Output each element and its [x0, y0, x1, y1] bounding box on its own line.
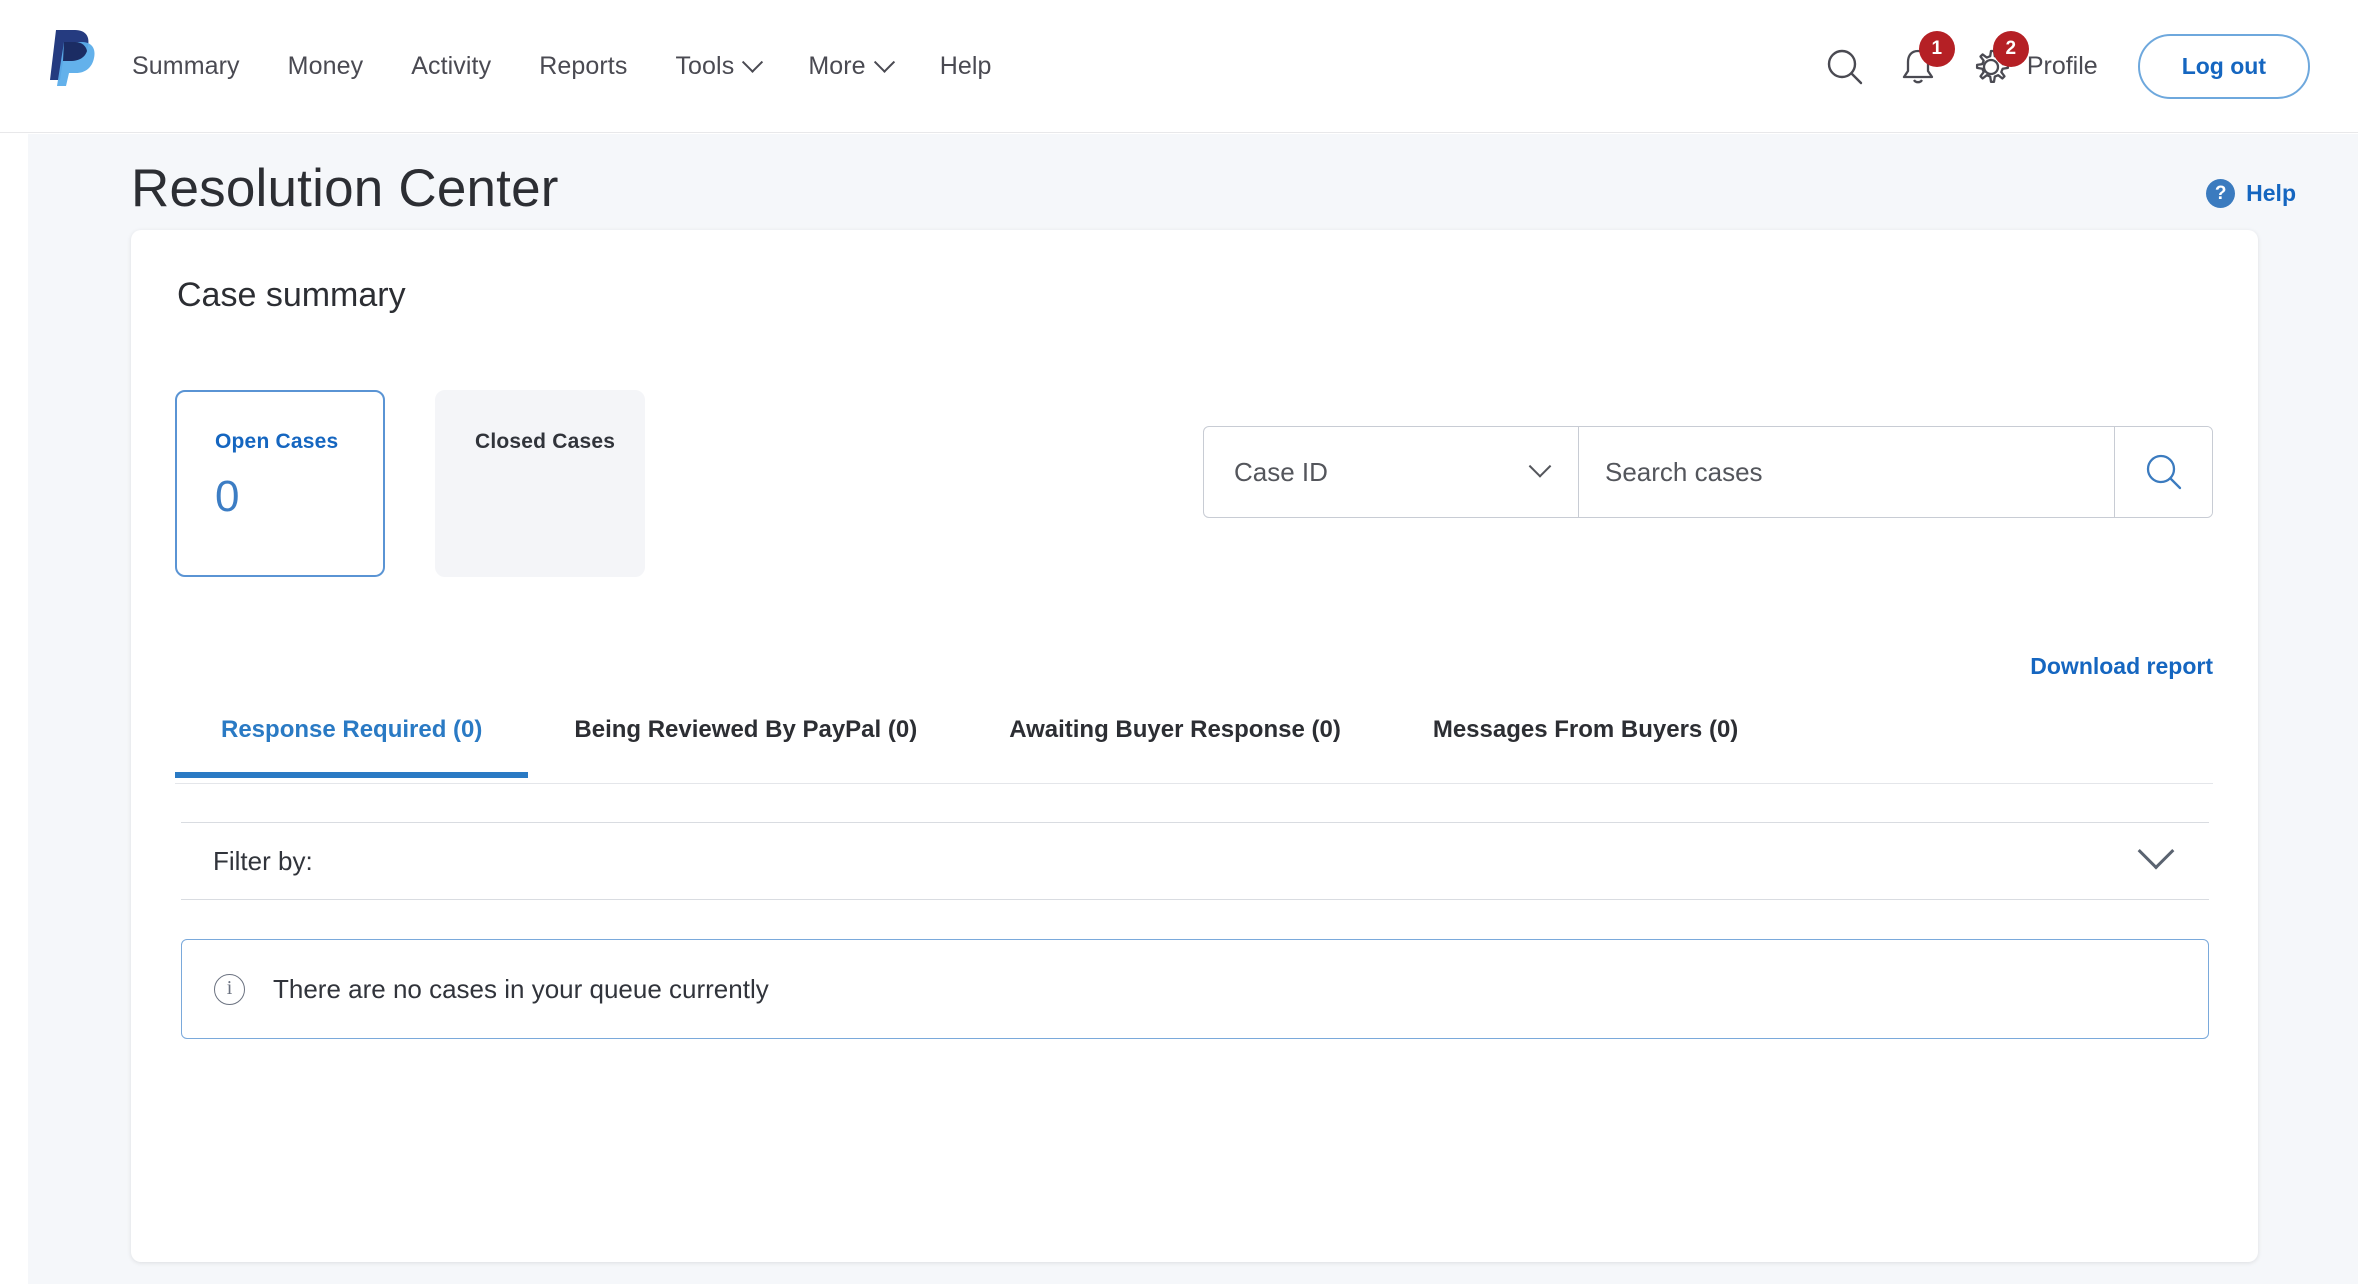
- chevron-down-icon[interactable]: [2137, 832, 2175, 870]
- help-label: Help: [2246, 180, 2296, 206]
- case-summary-tiles: Open Cases 0 Closed Cases: [175, 390, 645, 577]
- settings-badge: 2: [1992, 30, 2029, 67]
- tab-response-required[interactable]: Response Required (0): [175, 708, 529, 778]
- global-header: Summary Money Activity Reports Tools Mor…: [0, 0, 2358, 133]
- tab-label: Messages From Buyers (0): [1432, 716, 1739, 743]
- search-field-select[interactable]: Case ID: [1204, 427, 1579, 517]
- tab-label: Response Required (0): [221, 716, 483, 743]
- tab-label: Awaiting Buyer Response (0): [1009, 716, 1341, 743]
- notification-badge: 1: [1918, 30, 1955, 67]
- nav-item-summary[interactable]: Summary: [132, 52, 264, 81]
- tab-messages-from-buyers[interactable]: Messages From Buyers (0): [1387, 708, 1784, 776]
- case-search-group: Case ID: [1203, 426, 2213, 518]
- nav-label: Help: [939, 52, 992, 80]
- tile-label: Closed Cases: [475, 430, 616, 453]
- main-navigation: Summary Money Activity Reports Tools Mor…: [132, 0, 1016, 133]
- nav-item-more[interactable]: More: [784, 51, 915, 81]
- chevron-down-icon: [1528, 455, 1552, 478]
- nav-label: More: [808, 52, 866, 80]
- download-report-link[interactable]: Download report: [2030, 653, 2213, 680]
- page-body: Resolution Center ? Help Case summary Op…: [28, 134, 2358, 1284]
- header-actions: 1 2 Profile Log out: [1793, 0, 2358, 133]
- card-heading: Case summary: [177, 276, 406, 314]
- search-submit-button[interactable]: [2114, 427, 2212, 517]
- tab-being-reviewed[interactable]: Being Reviewed By PayPal (0): [528, 708, 963, 776]
- notifications-bell-icon[interactable]: 1: [1897, 30, 1955, 89]
- page-title: Resolution Center: [131, 159, 559, 218]
- search-input[interactable]: [1579, 427, 2114, 517]
- search-field-value: Case ID: [1234, 456, 1328, 487]
- chevron-down-icon: [873, 51, 895, 73]
- nav-item-money[interactable]: Money: [264, 52, 388, 81]
- nav-label: Tools: [675, 52, 735, 80]
- case-status-tabs: Response Required (0) Being Reviewed By …: [175, 708, 2213, 784]
- nav-label: Money: [287, 52, 364, 80]
- nav-item-activity[interactable]: Activity: [387, 52, 515, 81]
- tile-value: 0: [215, 472, 240, 521]
- settings-gear-icon[interactable]: 2: [1969, 30, 2029, 89]
- tile-open-cases[interactable]: Open Cases 0: [175, 390, 385, 577]
- empty-state-text: There are no cases in your queue current…: [273, 973, 769, 1004]
- nav-label: Reports: [539, 52, 628, 80]
- question-mark-icon: ?: [2206, 179, 2236, 208]
- nav-label: Activity: [411, 52, 492, 80]
- tab-label: Being Reviewed By PayPal (0): [574, 716, 918, 743]
- logout-button[interactable]: Log out: [2137, 34, 2310, 99]
- info-circle-icon: i: [214, 973, 245, 1005]
- profile-link[interactable]: Profile: [2027, 52, 2098, 81]
- tile-label: Open Cases: [215, 430, 339, 453]
- case-summary-card: Case summary Open Cases 0 Closed Cases C…: [131, 230, 2258, 1262]
- tile-closed-cases[interactable]: Closed Cases: [435, 390, 645, 577]
- chevron-down-icon: [742, 51, 764, 73]
- nav-item-reports[interactable]: Reports: [515, 52, 651, 81]
- tab-awaiting-buyer-response[interactable]: Awaiting Buyer Response (0): [963, 708, 1387, 776]
- paypal-logo-icon[interactable]: [42, 24, 98, 86]
- empty-state-message: i There are no cases in your queue curre…: [181, 939, 2209, 1039]
- nav-item-help[interactable]: Help: [916, 52, 1016, 81]
- filter-by-row[interactable]: Filter by:: [181, 822, 2209, 900]
- search-icon[interactable]: [1823, 45, 1867, 89]
- filter-by-label: Filter by:: [213, 845, 313, 876]
- nav-item-tools[interactable]: Tools: [651, 51, 784, 81]
- page-help-link[interactable]: ? Help: [2206, 179, 2296, 208]
- nav-label: Summary: [132, 52, 240, 80]
